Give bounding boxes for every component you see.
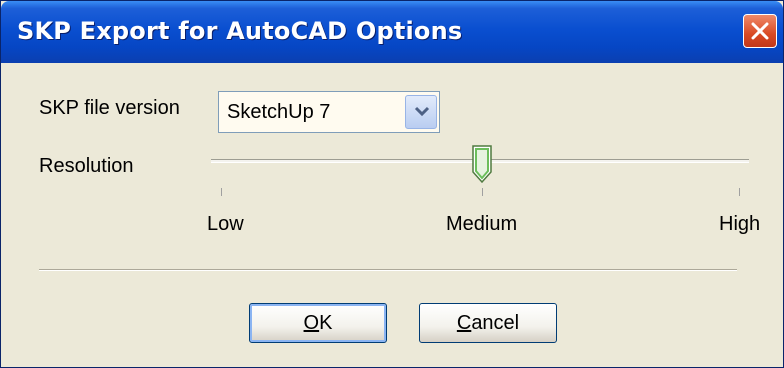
chevron-down-icon [414, 106, 430, 117]
dialog-window: SKP Export for AutoCAD Options SKP file … [0, 0, 784, 368]
title-bar[interactable]: SKP Export for AutoCAD Options [1, 1, 783, 63]
ok-label: K [319, 312, 333, 334]
dialog-content: SKP file version SketchUp 7 Resolution L… [1, 63, 783, 367]
ok-button[interactable]: OK [249, 303, 387, 343]
file-version-select[interactable]: SketchUp 7 [218, 91, 440, 133]
close-icon [751, 22, 769, 40]
file-version-label: SKP file version [39, 97, 180, 119]
cancel-label: ancel [471, 312, 520, 334]
resolution-label: Resolution [39, 155, 134, 177]
cancel-button[interactable]: Cancel [419, 303, 557, 343]
slider-tick-low [221, 188, 222, 196]
window-title: SKP Export for AutoCAD Options [17, 17, 463, 45]
resolution-high-label: High [719, 213, 761, 235]
cancel-mnemonic: C [456, 312, 472, 334]
slider-tick-medium [482, 188, 483, 196]
separator [39, 269, 737, 271]
close-button[interactable] [743, 14, 777, 48]
resolution-medium-label: Medium [446, 213, 518, 235]
ok-mnemonic: O [303, 312, 320, 334]
slider-thumb-icon[interactable] [471, 144, 493, 184]
slider-tick-high [739, 188, 740, 196]
file-version-dropdown-button[interactable] [405, 95, 437, 129]
file-version-value: SketchUp 7 [227, 101, 331, 123]
resolution-low-label: Low [207, 213, 244, 235]
